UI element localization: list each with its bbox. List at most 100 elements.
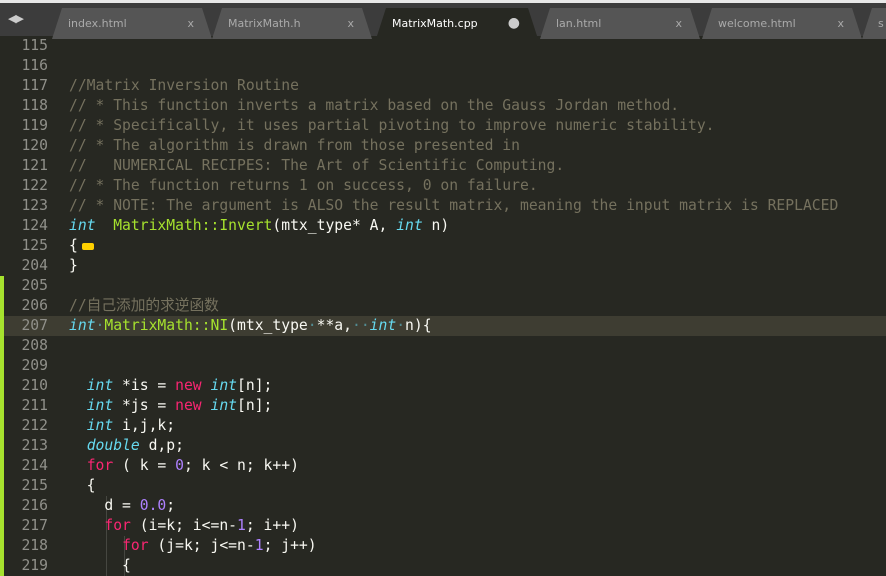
tab-matrixmath-h[interactable]: MatrixMath.h x [212,8,372,39]
code-line: 115 [0,36,886,56]
code-token: *js = [113,397,176,414]
close-tab-icon[interactable]: x [675,8,682,39]
close-tab-icon[interactable]: x [837,8,844,39]
code-token: ; k < n; k++) [183,457,299,474]
code-token: (i=k; i<=n- [130,517,238,534]
code-line: 210 int *is = new int[n]; [0,376,886,396]
code-line: 218 for (j=k; j<=n-1; j++) [0,536,886,556]
code-token: //自己添加的求逆函数 [69,297,219,314]
code-text: // * Specifically, it uses partial pivot… [69,116,715,136]
code-text: for ( k = 0; k < n; k++) [69,456,299,476]
code-text: { [69,556,131,576]
line-number: 215 [21,477,48,494]
tab-index-html[interactable]: index.html x [52,8,212,39]
code-line: 123 // * NOTE: The argument is ALSO the r… [0,196,886,216]
code-token: n) [422,217,450,234]
code-text: int i,j,k; [69,416,175,436]
line-number: 119 [21,117,48,134]
code-token: int [369,317,397,334]
line-number: 206 [21,297,48,314]
line-number: 204 [21,257,48,274]
close-tab-icon[interactable]: x [347,8,354,39]
code-token: (mtx_type* A, [272,217,397,234]
code-token: // * NOTE: The argument is ALSO the resu… [69,197,839,214]
code-line: 215 { [0,476,886,496]
code-line: 206 //自己添加的求逆函数 [0,296,886,316]
code-line: 205 [0,276,886,296]
close-tab-icon[interactable]: x [187,8,194,39]
line-number: 213 [21,437,48,454]
code-line: 125 { [0,236,886,256]
code-token: 1 [237,517,246,534]
tab-matrixmath-cpp[interactable]: MatrixMath.cpp ● [376,8,538,39]
line-number: 123 [21,197,48,214]
line-number: 207 [21,317,48,334]
tab-label: MatrixMath.h [228,17,301,30]
code-token: 1 [254,537,264,554]
folded-code-icon[interactable] [81,242,94,250]
code-token: d = [69,497,140,514]
code-line: 120 // * The algorithm is drawn from thos… [0,136,886,156]
code-line: 219 { [0,556,886,576]
line-number: 116 [21,57,48,74]
code-text: double d,p; [69,436,184,456]
line-number: 205 [21,277,48,294]
code-token: for [122,537,149,554]
code-token: int [86,397,114,414]
code-text: // NUMERICAL RECIPES: The Art of Scienti… [69,156,564,176]
code-token: double [86,437,140,454]
tab-s[interactable]: s [862,8,886,39]
code-text: for (i=k; i<=n-1; i++) [69,516,299,536]
code-line: 121 // NUMERICAL RECIPES: The Art of Scie… [0,156,886,176]
line-number: 214 [21,457,48,474]
code-token: int [69,217,96,234]
code-token: ; j++) [263,537,317,554]
code-token: for [104,517,131,534]
code-token: [n]; [237,377,273,394]
line-number: 125 [21,237,48,254]
code-text: } [69,256,78,276]
code-token: **a, [316,317,352,334]
code-token: i,j,k; [113,417,176,434]
tab-bar: ◀▶ index.html x MatrixMath.h x MatrixMath.cp… [0,0,886,36]
code-editor[interactable]: 115 116 117 //Matrix Inversion Routine 118 //… [0,36,886,576]
code-text: // * The algorithm is drawn from those p… [69,136,520,156]
code-text: d = 0.0; [69,496,175,516]
tab-nav-arrows-icon[interactable]: ◀▶ [8,12,24,25]
line-number: 218 [21,537,48,554]
line-number: 209 [21,357,48,374]
code-token: int [210,397,238,414]
code-text: int *is = new int[n]; [69,376,273,396]
code-line: 124 int MatrixMath::Invert(mtx_type* A, i… [0,216,886,236]
line-number: 216 [21,497,48,514]
tab-welcome-html[interactable]: welcome.html x [702,8,862,39]
code-token: [n]; [237,397,273,414]
code-token: // * The algorithm is drawn from those p… [69,137,520,154]
code-token: · [95,317,105,334]
line-number: 212 [21,417,48,434]
line-number: 120 [21,137,48,154]
tab-lan-html[interactable]: lan.html x [540,8,700,39]
code-token: int [86,417,114,434]
code-token: // * Specifically, it uses partial pivot… [69,117,715,134]
code-token: int [210,377,238,394]
code-token: for [86,457,114,474]
code-token: // * The function returns 1 on success, … [69,177,538,194]
code-token: // * This function inverts a matrix base… [69,97,680,114]
code-token: MatrixMath::Invert [113,217,273,234]
code-token: ·· [351,317,370,334]
tab-label: lan.html [556,17,602,30]
code-text: // * This function inverts a matrix base… [69,96,679,116]
code-line: 216 d = 0.0; [0,496,886,516]
tab-label: index.html [68,17,127,30]
modified-dot-icon[interactable]: ● [508,8,520,39]
code-line: 118 // * This function inverts a matrix b… [0,96,886,116]
code-line: 217 for (i=k; i<=n-1; i++) [0,516,886,536]
